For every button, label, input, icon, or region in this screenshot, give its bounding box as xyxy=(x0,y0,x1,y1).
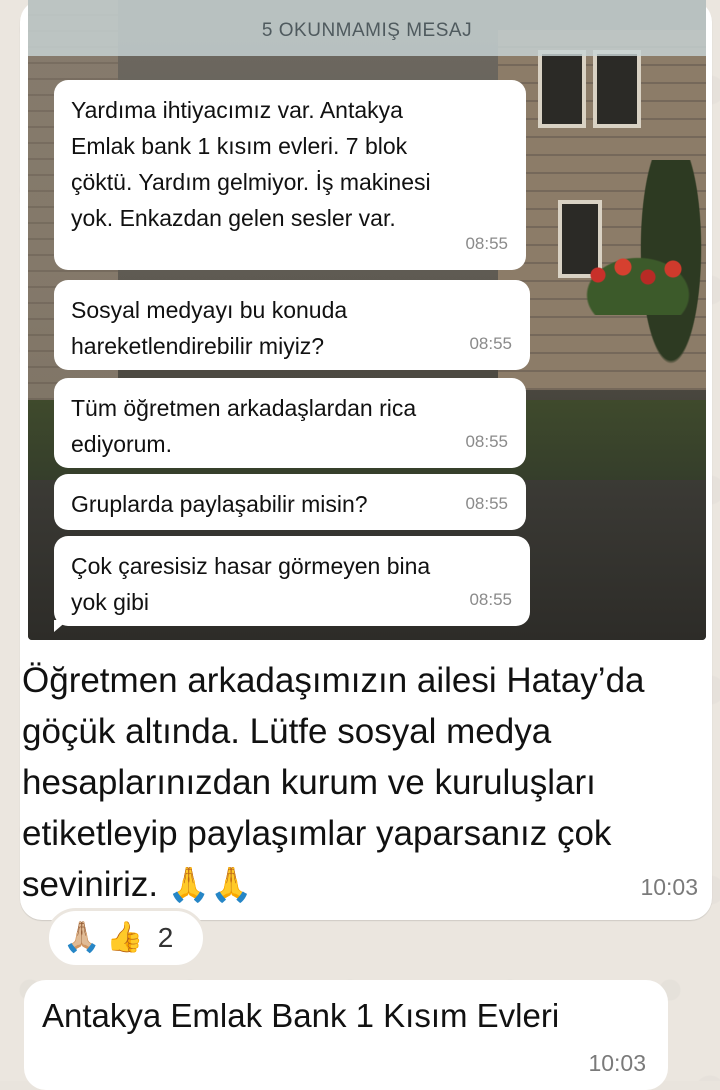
screenshot-message: Sosyal medyayı bu konuda hareketlendireb… xyxy=(54,280,530,370)
image-caption: Öğretmen arkadaşımızın ailesi Hatay’da g… xyxy=(22,655,682,911)
message-time: 08:55 xyxy=(469,590,512,609)
message-text: Yardıma ihtiyacımız var. Antakya Emlak b… xyxy=(71,97,431,231)
unread-messages-banner: 5 OKUNMAMIŞ MESAJ xyxy=(28,0,706,56)
message-time: 08:55 xyxy=(469,334,512,353)
message-time: 08:55 xyxy=(465,494,508,513)
message-tail xyxy=(54,620,68,632)
reaction-count: 2 xyxy=(157,922,174,953)
screenshot-message: Yardıma ihtiyacımız var. Antakya Emlak b… xyxy=(54,80,526,270)
photo-window xyxy=(538,50,586,128)
caption-time: 10:03 xyxy=(640,874,698,900)
photo-window xyxy=(593,50,641,128)
message-text: Gruplarda paylaşabilir misin? xyxy=(71,491,368,517)
reactions-pill[interactable]: 🙏🏼 👍 2 xyxy=(46,908,206,968)
thumbs-up-emoji-icon: 👍 xyxy=(106,920,144,955)
message-text: Sosyal medyayı bu konuda hareketlendireb… xyxy=(71,297,348,359)
pray-emoji-icon: 🙏🏼 xyxy=(63,920,101,955)
screenshot-message: Gruplarda paylaşabilir misin? 08:55 xyxy=(54,474,526,530)
message-text: Tüm öğretmen arkadaşlardan rica ediyorum… xyxy=(71,395,417,457)
message-text: Antakya Emlak Bank 1 Kısım Evleri xyxy=(42,997,560,1034)
photo-flowers xyxy=(583,255,693,315)
caption-text: Öğretmen arkadaşımızın ailesi Hatay’da g… xyxy=(22,661,645,904)
screenshot-message: Tüm öğretmen arkadaşlardan rica ediyorum… xyxy=(54,378,526,468)
shared-screenshot-image[interactable]: 5 OKUNMAMIŞ MESAJ Yardıma ihtiyacımız va… xyxy=(28,0,706,640)
pray-emoji-icon: 🙏🙏 xyxy=(167,865,253,905)
message-time: 10:03 xyxy=(588,1050,646,1076)
message-time: 08:55 xyxy=(465,432,508,451)
message-bubble[interactable]: Antakya Emlak Bank 1 Kısım Evleri 10:03 xyxy=(24,980,668,1090)
screenshot-message: Çok çaresisiz hasar görmeyen bina yok gi… xyxy=(54,536,530,632)
message-text: Çok çaresisiz hasar görmeyen bina yok gi… xyxy=(71,553,431,615)
message-time: 08:55 xyxy=(465,234,508,253)
